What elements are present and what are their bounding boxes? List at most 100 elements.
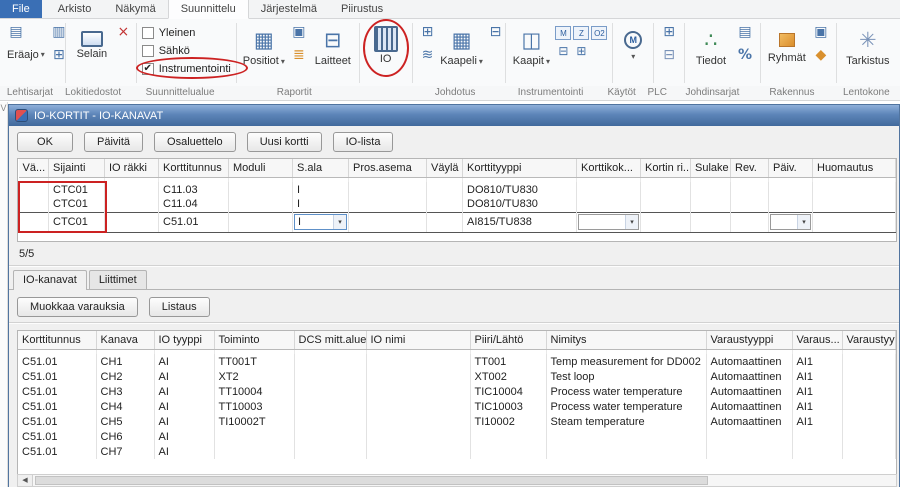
cell[interactable] — [294, 384, 366, 399]
cell[interactable]: CTC01 — [49, 197, 105, 212]
osaluettelo-button[interactable]: Osaluettelo — [154, 132, 236, 152]
cell[interactable]: AI1 — [792, 414, 842, 429]
report-panel-icon[interactable]: ▣ — [289, 22, 309, 42]
cell[interactable] — [641, 197, 691, 212]
scroll-left-button[interactable]: ◀ — [18, 475, 33, 486]
cell[interactable]: AI — [154, 354, 214, 369]
combo-box[interactable]: ▾ — [770, 214, 811, 230]
column-header[interactable]: Rev. — [731, 159, 769, 177]
laitteet-button[interactable]: ⊟ Laitteet — [312, 22, 354, 84]
cell[interactable] — [792, 429, 842, 444]
cell[interactable] — [427, 212, 463, 232]
cell[interactable] — [842, 429, 896, 444]
selain-button[interactable]: Selain — [71, 22, 113, 84]
cell[interactable] — [691, 182, 731, 197]
column-header[interactable]: Varaustyyli — [842, 331, 896, 349]
z-symbol-icon[interactable]: Z — [573, 26, 589, 40]
cell[interactable] — [691, 197, 731, 212]
checkbox-instrumentointi[interactable]: ✔ Instrumentointi — [142, 60, 231, 77]
column-header[interactable]: Päiv. — [769, 159, 813, 177]
cell[interactable]: C51.01 — [18, 399, 96, 414]
cell[interactable] — [229, 182, 293, 197]
cell[interactable]: Automaattinen — [706, 369, 792, 384]
cell[interactable]: XT002 — [470, 369, 546, 384]
checkbox-sahko[interactable]: Sähkö — [142, 42, 190, 59]
positiot-button[interactable]: ▦ Positiot▾ — [242, 22, 286, 84]
building-panel-icon[interactable]: ▣ — [811, 22, 831, 42]
cell[interactable] — [813, 182, 896, 197]
column-header[interactable]: Kanava — [96, 331, 154, 349]
cell[interactable]: C51.01 — [18, 354, 96, 369]
column-header[interactable]: Väylä — [427, 159, 463, 177]
cell[interactable] — [641, 182, 691, 197]
cell[interactable] — [349, 212, 427, 232]
cell[interactable] — [349, 182, 427, 197]
cell[interactable]: C51.01 — [18, 429, 96, 444]
cell[interactable] — [19, 197, 49, 212]
dialog-titlebar[interactable]: IO-KORTIT - IO-KANAVAT — [9, 105, 899, 126]
combo-arrow-icon[interactable]: ▾ — [333, 215, 346, 229]
cell[interactable] — [842, 444, 896, 459]
column-header[interactable]: Varaus... — [792, 331, 842, 349]
checkbox-yleinen[interactable]: Yleinen — [142, 24, 196, 41]
cell[interactable]: CTC01 — [49, 212, 105, 232]
scrollbar-track[interactable] — [33, 475, 896, 486]
sheet-series-icon[interactable]: ▤ — [6, 22, 26, 42]
cell[interactable]: C51.01 — [18, 369, 96, 384]
cell[interactable] — [366, 414, 470, 429]
cell[interactable] — [366, 384, 470, 399]
cell[interactable]: I — [293, 197, 349, 212]
cell[interactable] — [349, 197, 427, 212]
cell[interactable] — [470, 429, 546, 444]
column-header[interactable]: Sulake — [691, 159, 731, 177]
cell[interactable] — [577, 182, 641, 197]
cell[interactable] — [641, 212, 691, 232]
tarkistus-button[interactable]: ✳ Tarkistus — [845, 22, 890, 84]
o2-symbol-icon[interactable]: O2 — [591, 26, 607, 40]
cell[interactable]: C51.01 — [159, 212, 229, 232]
table-row[interactable]: C51.01CH3AITT10004TIC10004Process water … — [18, 384, 896, 399]
cell[interactable] — [546, 444, 706, 459]
cell[interactable] — [19, 212, 49, 232]
cell[interactable] — [691, 212, 731, 232]
combo-box[interactable]: ▾ — [578, 214, 639, 230]
cell[interactable]: AI — [154, 369, 214, 384]
cell[interactable] — [105, 182, 159, 197]
cell[interactable]: TT10004 — [214, 384, 294, 399]
column-header[interactable]: Moduli — [229, 159, 293, 177]
cell[interactable]: TIC10003 — [470, 399, 546, 414]
ok-button[interactable]: OK — [17, 132, 73, 152]
cell[interactable] — [792, 444, 842, 459]
cell[interactable]: CH6 — [96, 429, 154, 444]
cell[interactable]: CH4 — [96, 399, 154, 414]
tab-suunnittelu[interactable]: Suunnittelu — [168, 0, 249, 19]
cell[interactable] — [842, 399, 896, 414]
paivita-button[interactable]: Päivitä — [84, 132, 143, 152]
cell[interactable] — [842, 414, 896, 429]
cell[interactable]: CH2 — [96, 369, 154, 384]
column-header[interactable]: Sijainti — [49, 159, 105, 177]
column-header[interactable]: DCS mitt.alue — [294, 331, 366, 349]
column-header[interactable]: Varaustyyppi — [706, 331, 792, 349]
cell[interactable]: TT001T — [214, 354, 294, 369]
cell[interactable]: Test loop — [546, 369, 706, 384]
kaapit-button[interactable]: ◫ Kaapit▾ — [510, 22, 552, 84]
cell[interactable]: C11.04 — [159, 197, 229, 212]
tab-jarjestelma[interactable]: Järjestelmä — [249, 0, 329, 18]
cell[interactable]: TIC10004 — [470, 384, 546, 399]
io-lista-button[interactable]: IO-lista — [333, 132, 394, 152]
column-header[interactable]: IO tyyppi — [154, 331, 214, 349]
cell[interactable] — [366, 429, 470, 444]
table-row[interactable]: C51.01CH7AI — [18, 444, 896, 459]
column-header[interactable]: Kortin ri... — [641, 159, 691, 177]
cell[interactable] — [769, 197, 813, 212]
cell[interactable] — [294, 429, 366, 444]
plc-export-icon[interactable]: ⊟ — [659, 45, 679, 65]
ryhmat-button[interactable]: Ryhmät — [766, 22, 808, 84]
m-symbol-icon[interactable]: M — [555, 26, 571, 40]
cell[interactable]: C51.01 — [18, 384, 96, 399]
io-button[interactable]: IO — [365, 22, 407, 84]
table-row[interactable]: CTC01C11.03IDO810/TU830 — [19, 182, 896, 197]
cell[interactable] — [577, 197, 641, 212]
cell[interactable]: AI — [154, 429, 214, 444]
